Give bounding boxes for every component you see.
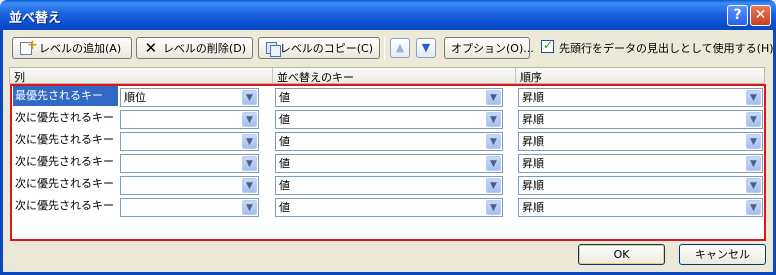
column-header: 列 並べ替えのキー 順序 — [9, 67, 765, 84]
toolbar-separator — [384, 37, 385, 60]
sort-on-select[interactable]: 値 ▼ — [275, 154, 503, 173]
column-header-column: 列 — [14, 71, 25, 84]
help-button[interactable]: ? — [727, 5, 748, 26]
options-button[interactable]: オプション(O)... — [444, 37, 534, 59]
row-label: 次に優先されるキー — [15, 133, 114, 146]
sort-on-select[interactable]: 値 ▼ — [275, 110, 503, 129]
sort-level-row[interactable]: 次に優先されるキー ▼ 値 ▼ 昇順 ▼ — [12, 152, 764, 174]
order-select-value: 昇順 — [522, 135, 544, 148]
sort-level-row[interactable]: 次に優先されるキー ▼ 値 ▼ 昇順 ▼ — [12, 108, 764, 130]
row-label: 最優先されるキー — [13, 86, 118, 106]
header-row-checkbox[interactable] — [541, 38, 554, 53]
sort-on-select-value: 値 — [279, 179, 290, 192]
arrow-down-icon: ▼ — [421, 41, 431, 54]
row-label: 次に優先されるキー — [15, 177, 114, 190]
sort-on-select-value: 値 — [279, 201, 290, 214]
column-select[interactable]: ▼ — [120, 176, 259, 195]
delete-level-button[interactable]: ✕ レベルの削除(D) — [136, 37, 253, 59]
sort-on-select[interactable]: 値 ▼ — [275, 176, 503, 195]
chevron-down-icon[interactable]: ▼ — [746, 134, 761, 149]
order-select[interactable]: 昇順 ▼ — [518, 132, 763, 151]
sort-on-select[interactable]: 値 ▼ — [275, 198, 503, 217]
chevron-down-icon[interactable]: ▼ — [486, 200, 501, 215]
arrow-up-icon: ▲ — [395, 41, 405, 54]
sort-on-select-value: 値 — [279, 91, 290, 104]
column-select[interactable]: ▼ — [120, 110, 259, 129]
chevron-down-icon[interactable]: ▼ — [242, 156, 257, 171]
order-select-value: 昇順 — [522, 201, 544, 214]
order-select[interactable]: 昇順 ▼ — [518, 198, 763, 217]
column-select[interactable]: ▼ — [120, 198, 259, 217]
chevron-down-icon[interactable]: ▼ — [486, 178, 501, 193]
sort-level-row[interactable]: 次に優先されるキー ▼ 値 ▼ 昇順 ▼ — [12, 174, 764, 196]
chevron-down-icon[interactable]: ▼ — [486, 112, 501, 127]
chevron-down-icon[interactable]: ▼ — [746, 90, 761, 105]
chevron-down-icon[interactable]: ▼ — [242, 200, 257, 215]
chevron-down-icon[interactable]: ▼ — [242, 112, 257, 127]
order-select-value: 昇順 — [522, 91, 544, 104]
add-level-button[interactable]: レベルの追加(A) — [12, 37, 132, 59]
column-select[interactable]: ▼ — [120, 132, 259, 151]
sort-level-row[interactable]: 最優先されるキー 順位 ▼ 値 ▼ 昇順 ▼ — [12, 86, 764, 108]
sort-on-select-value: 値 — [279, 157, 290, 170]
row-label: 次に優先されるキー — [15, 199, 114, 212]
chevron-down-icon[interactable]: ▼ — [242, 134, 257, 149]
chevron-down-icon[interactable]: ▼ — [486, 156, 501, 171]
column-divider — [515, 68, 516, 84]
close-button[interactable]: ✕ — [750, 5, 771, 26]
order-select[interactable]: 昇順 ▼ — [518, 154, 763, 173]
move-down-button[interactable]: ▼ — [416, 38, 436, 58]
row-label: 次に優先されるキー — [15, 111, 114, 124]
chevron-down-icon[interactable]: ▼ — [242, 178, 257, 193]
copy-level-label: レベルのコピー(C) — [279, 42, 373, 55]
copy-level-button[interactable]: レベルのコピー(C) — [258, 37, 380, 59]
ok-button[interactable]: OK — [578, 244, 665, 265]
chevron-down-icon[interactable]: ▼ — [486, 134, 501, 149]
add-level-icon — [19, 38, 38, 55]
row-label: 次に優先されるキー — [15, 155, 114, 168]
order-select[interactable]: 昇順 ▼ — [518, 88, 763, 107]
options-label: オプション(O)... — [451, 42, 534, 55]
sort-on-select[interactable]: 値 ▼ — [275, 132, 503, 151]
column-divider — [272, 68, 273, 84]
sort-on-select-value: 値 — [279, 135, 290, 148]
title-bar: 並べ替え ? ✕ — [0, 0, 776, 30]
sort-level-row[interactable]: 次に優先されるキー ▼ 値 ▼ 昇順 ▼ — [12, 196, 764, 218]
cancel-button[interactable]: キャンセル — [679, 244, 766, 265]
sort-on-select[interactable]: 値 ▼ — [275, 88, 503, 107]
column-select-value: 順位 — [124, 91, 146, 104]
delete-level-label: レベルの削除(D) — [162, 42, 246, 55]
delete-icon: ✕ — [144, 39, 158, 57]
chevron-down-icon[interactable]: ▼ — [746, 178, 761, 193]
order-select[interactable]: 昇順 ▼ — [518, 110, 763, 129]
header-row-checkbox-label[interactable]: 先頭行をデータの見出しとして使用する(H) — [559, 40, 774, 56]
order-select-value: 昇順 — [522, 113, 544, 126]
chevron-down-icon[interactable]: ▼ — [486, 90, 501, 105]
column-header-order: 順序 — [520, 71, 542, 84]
move-up-button[interactable]: ▲ — [390, 38, 410, 58]
add-level-label: レベルの追加(A) — [39, 42, 122, 55]
column-select[interactable]: 順位 ▼ — [120, 88, 259, 107]
chevron-down-icon[interactable]: ▼ — [242, 90, 257, 105]
chevron-down-icon[interactable]: ▼ — [746, 112, 761, 127]
chevron-down-icon[interactable]: ▼ — [746, 156, 761, 171]
sort-levels-grid: 最優先されるキー 順位 ▼ 値 ▼ 昇順 ▼ 次に優先されるキー ▼ 値 ▼ 昇順 ▼ 次… — [10, 84, 766, 241]
order-select-value: 昇順 — [522, 157, 544, 170]
window-title: 並べ替え — [9, 11, 62, 26]
chevron-down-icon[interactable]: ▼ — [746, 200, 761, 215]
column-header-sort-on: 並べ替えのキー — [277, 71, 354, 84]
column-select[interactable]: ▼ — [120, 154, 259, 173]
sort-level-row[interactable]: 次に優先されるキー ▼ 値 ▼ 昇順 ▼ — [12, 130, 764, 152]
copy-icon — [265, 41, 281, 57]
order-select[interactable]: 昇順 ▼ — [518, 176, 763, 195]
order-select-value: 昇順 — [522, 179, 544, 192]
sort-on-select-value: 値 — [279, 113, 290, 126]
